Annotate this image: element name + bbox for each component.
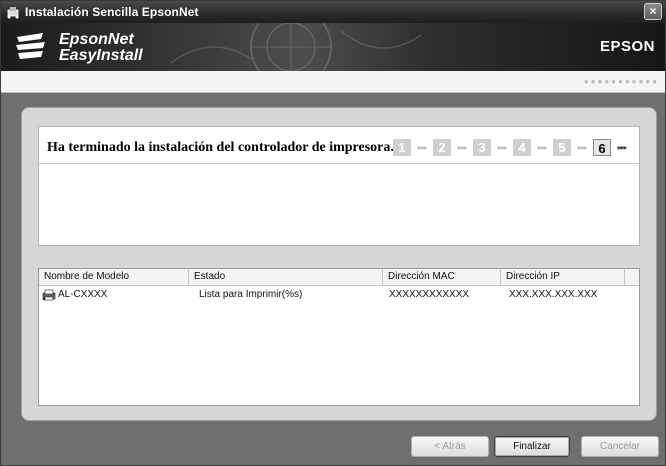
header-strip: ●●●●●●●●●●● xyxy=(1,71,665,93)
brand-logo: EPSON xyxy=(599,38,655,55)
step-3: 3 xyxy=(473,138,491,156)
column-header-model[interactable]: Nombre de Modelo xyxy=(39,269,189,286)
step-arrows: ▸▸▸ xyxy=(497,142,507,152)
back-button[interactable]: < Atrás xyxy=(411,436,489,457)
step-2: 2 xyxy=(433,138,451,156)
step-4: 4 xyxy=(513,138,531,156)
dot-pattern: ●●●●●●●●●●● xyxy=(583,77,659,86)
table-row[interactable]: AL-CXXXX Lista para Imprimir(%s) XXXXXXX… xyxy=(39,288,639,303)
content-panel: Ha terminado la instalación del controla… xyxy=(21,107,657,421)
divider xyxy=(39,163,639,164)
step-indicator: 1 ▸▸▸ 2 ▸▸▸ 3 ▸▸▸ 4 ▸▸▸ 5 ▸▸▸ 6 ▸▸▸ xyxy=(393,138,633,156)
step-arrows: ▸▸▸ xyxy=(457,142,467,152)
column-header-ip[interactable]: Dirección IP xyxy=(501,269,625,286)
printer-list[interactable]: Nombre de Modelo Estado Dirección MAC Di… xyxy=(38,268,640,406)
cell-status: Lista para Imprimir(%s) xyxy=(199,289,303,300)
product-name-line2: EasyInstall xyxy=(59,47,143,64)
column-header-mac[interactable]: Dirección MAC xyxy=(383,269,501,286)
step-6-current: 6 xyxy=(593,138,611,156)
network-printer-icon xyxy=(7,7,19,19)
window-title: Instalación Sencilla EpsonNet xyxy=(25,5,199,19)
step-1: 1 xyxy=(393,138,411,156)
step-arrows: ▸▸▸ xyxy=(617,142,627,152)
epsonnet-logo-icon xyxy=(16,33,45,59)
printer-icon xyxy=(42,289,56,301)
completion-message: Ha terminado la instalación del controla… xyxy=(47,140,394,155)
step-arrows: ▸▸▸ xyxy=(537,142,547,152)
list-header: Nombre de Modelo Estado Dirección MAC Di… xyxy=(39,269,639,286)
message-box: Ha terminado la instalación del controla… xyxy=(38,126,640,246)
step-arrows: ▸▸▸ xyxy=(417,142,427,152)
header-banner: EpsonNet EasyInstall EPSON xyxy=(1,23,665,71)
title-bar[interactable]: Instalación Sencilla EpsonNet × xyxy=(1,1,665,23)
step-arrows: ▸▸▸ xyxy=(577,142,587,152)
cell-mac: XXXXXXXXXXXX xyxy=(389,289,470,300)
cell-model: AL-CXXXX xyxy=(58,289,108,300)
product-name: EpsonNet EasyInstall xyxy=(59,32,143,64)
compass-decoration-icon xyxy=(170,23,422,71)
cell-ip: XXX.XXX.XXX.XXX xyxy=(509,289,598,300)
finish-button[interactable]: Finalizar xyxy=(494,436,570,457)
close-icon: × xyxy=(649,4,657,18)
cancel-button[interactable]: Cancelar xyxy=(581,436,659,457)
product-name-line1: EpsonNet xyxy=(59,31,134,48)
column-header-status[interactable]: Estado xyxy=(189,269,383,286)
close-button[interactable]: × xyxy=(644,3,662,20)
installer-window: Instalación Sencilla EpsonNet × EpsonNet… xyxy=(0,0,666,466)
step-5: 5 xyxy=(553,138,571,156)
